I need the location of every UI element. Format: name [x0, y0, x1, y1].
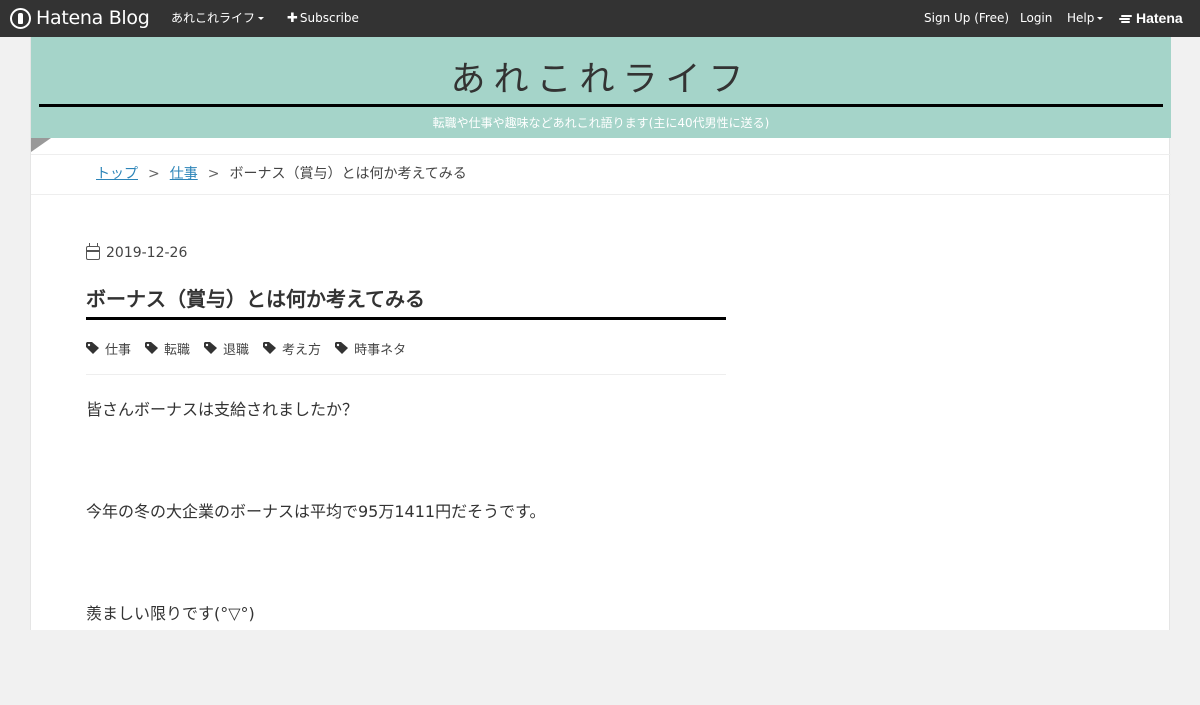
tag-label: 仕事	[105, 342, 132, 358]
tag-label: 転職	[164, 342, 191, 358]
tag-icon	[204, 342, 218, 354]
tag-label: 時事ネタ	[354, 342, 407, 358]
breadcrumb-separator: >	[148, 166, 160, 182]
entry-body: 皆さんボーナスは支給されましたか？ 今年の冬の大企業のボーナスは平均で95万14…	[86, 399, 726, 625]
hatena-blog-logo-icon	[10, 7, 31, 29]
caret-down-icon	[258, 17, 265, 20]
hatena-brand-link[interactable]: Hatena	[1118, 0, 1183, 37]
entry-article: 2019-12-26 ボーナス（賞与）とは何か考えてみる 仕事 転職 退職 考え…	[86, 243, 726, 705]
tag-item[interactable]: 時事ネタ	[335, 339, 406, 358]
hatena-global-header: Hatena Blog あれこれライフ ✚ Subscribe Sign Up (…	[0, 0, 1200, 37]
entry-tags: 仕事 転職 退職 考え方 時事ネタ	[86, 338, 726, 358]
tag-item[interactable]: 転職	[145, 339, 190, 358]
signup-link[interactable]: Sign Up (Free)	[924, 0, 1009, 37]
tag-item[interactable]: 考え方	[263, 339, 321, 358]
blog-description: 転職や仕事や趣味などあれこれ語ります(主に40代男性に送る)	[432, 116, 770, 130]
login-label: Login	[1020, 11, 1053, 25]
help-dropdown[interactable]: Help	[1067, 0, 1104, 37]
subscribe-label: Subscribe	[299, 11, 359, 25]
tag-item[interactable]: 退職	[204, 339, 249, 358]
breadcrumb-item-work[interactable]: 仕事	[170, 166, 198, 182]
title-divider	[39, 104, 1163, 107]
entry-date-text: 2019-12-26	[106, 245, 188, 261]
breadcrumb: トップ > 仕事 > ボーナス（賞与）とは何か考えてみる	[31, 154, 1171, 195]
breadcrumb-item-top[interactable]: トップ	[96, 166, 138, 182]
entry-title[interactable]: ボーナス（賞与）とは何か考えてみる	[86, 283, 726, 320]
help-label: Help	[1067, 11, 1095, 25]
entry-date[interactable]: 2019-12-26	[86, 243, 726, 263]
signup-label: Sign Up (Free)	[924, 11, 1010, 25]
hatena-wing-icon	[1118, 14, 1133, 24]
tag-label: 考え方	[282, 342, 322, 358]
calendar-icon	[86, 243, 100, 260]
plus-icon: ✚	[287, 11, 298, 26]
tag-icon	[263, 342, 277, 354]
blog-header: あれこれライフ 転職や仕事や趣味などあれこれ語ります(主に40代男性に送る)	[31, 37, 1171, 138]
login-link[interactable]: Login	[1020, 0, 1052, 37]
blog-title[interactable]: あれこれライフ	[31, 51, 1171, 102]
blog-container: あれこれライフ 転職や仕事や趣味などあれこれ語ります(主に40代男性に送る) ト…	[30, 37, 1171, 630]
tag-icon	[145, 342, 159, 354]
logo-text: Hatena Blog	[36, 7, 150, 29]
caret-down-icon	[1097, 17, 1104, 20]
tag-item[interactable]: 仕事	[86, 339, 131, 358]
breadcrumb-current: ボーナス（賞与）とは何か考えてみる	[229, 166, 467, 182]
tag-label: 退職	[223, 342, 250, 358]
entry-paragraph: 羨ましい限りです(°▽°)	[86, 604, 255, 623]
breadcrumb-separator: >	[207, 166, 220, 182]
entry-paragraph: 今年の冬の大企業のボーナスは平均で95万1411円だそうです。	[86, 502, 546, 521]
hatena-brand-label: Hatena	[1136, 10, 1183, 26]
blog-menu-label: あれこれライフ	[171, 11, 256, 25]
tag-icon	[86, 342, 100, 354]
tags-divider	[86, 374, 726, 375]
hatena-blog-logo[interactable]: Hatena Blog	[10, 6, 150, 30]
corner-fold-decoration	[31, 138, 51, 152]
tag-icon	[335, 342, 349, 354]
entry-paragraph: 皆さんボーナスは支給されましたか？	[86, 400, 359, 419]
blog-menu-dropdown[interactable]: あれこれライフ	[171, 0, 265, 37]
subscribe-button[interactable]: ✚ Subscribe	[287, 0, 359, 37]
